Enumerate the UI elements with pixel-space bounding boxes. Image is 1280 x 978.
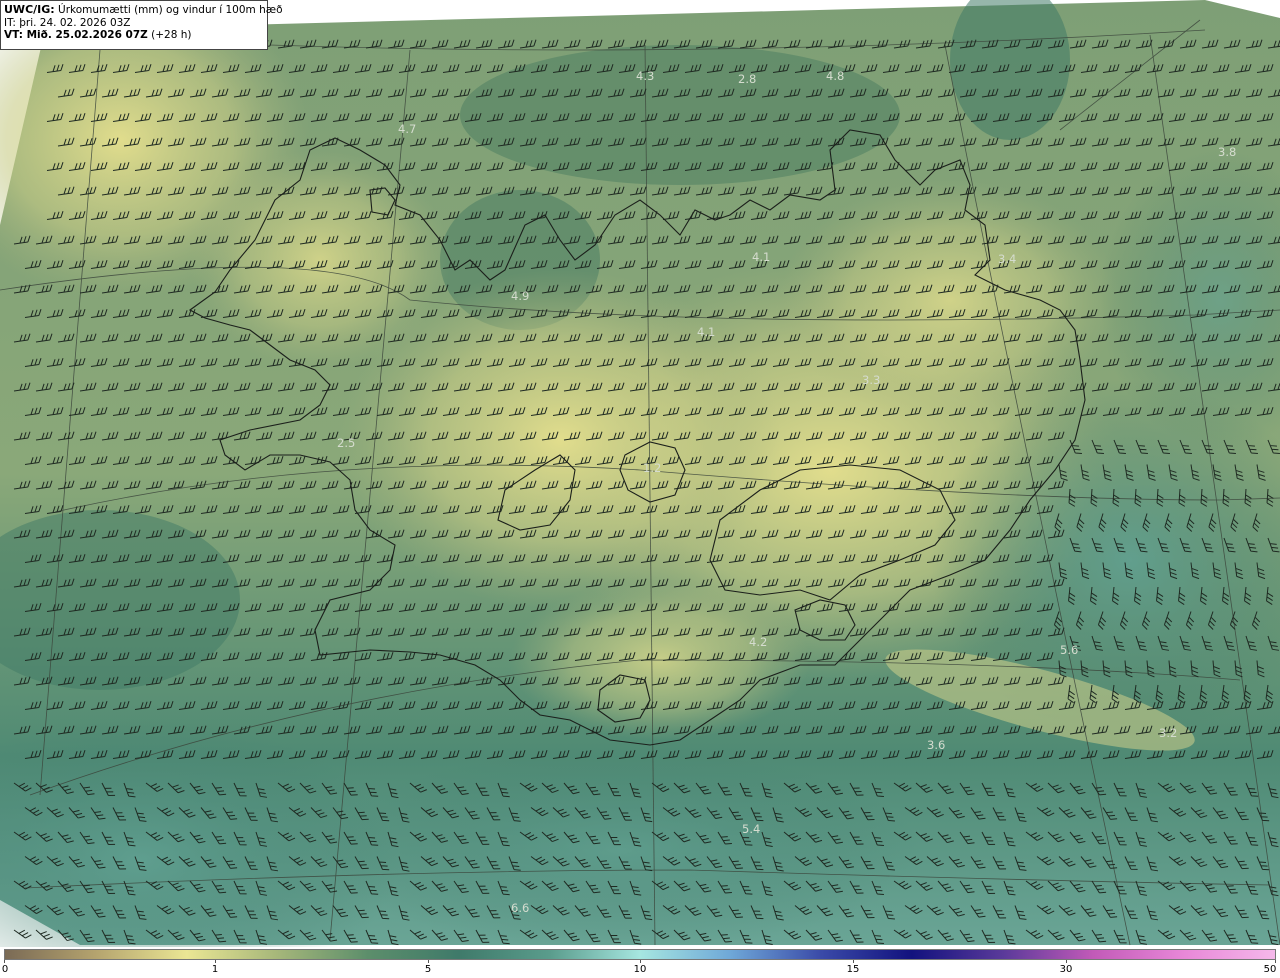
precip-label: 3.3 [862,373,880,387]
map-info-box: UWC/IG: Úrkomumætti (mm) og vindur í 100… [0,0,283,50]
precip-label: 1.2 [643,461,661,475]
valid-time-line: VT: Mið. 25.02.2026 07Z (+28 h) [4,29,263,42]
precip-label: 3.8 [1218,145,1236,159]
precip-label: 3.6 [927,738,945,752]
precip-label: 4.1 [697,325,715,339]
forecast-hour: (+28 h) [151,29,192,41]
colorbar-tick-label: 10 [633,964,647,975]
precip-label: 3.2 [1159,726,1177,740]
colorbar-tick [1066,960,1067,963]
colorbar-tick [4,960,5,963]
precip-label: 4.7 [398,122,416,136]
precip-label: 4.1 [752,250,770,264]
colorbar-tick-label: 0 [1,964,9,975]
precip-label: 5.4 [742,822,760,836]
precip-label: 4.2 [749,635,767,649]
colorbar-tick [1275,960,1276,963]
colorbar-legend: 0 1 5 10 15 30 50 [0,947,1280,978]
precip-label: 2.5 [337,436,355,450]
precip-label: 2.8 [738,72,756,86]
colorbar-tick-label: 1 [211,964,219,975]
valid-time: VT: Mið. 25.02.2026 07Z [4,29,148,41]
colorbar-strip [4,949,1276,960]
precip-label: 4.9 [511,289,529,303]
colorbar-tick-label: 30 [1059,964,1073,975]
title-line: UWC/IG: Úrkomumætti (mm) og vindur í 100… [4,3,283,17]
precip-label: 4.8 [826,69,844,83]
model-domain [0,0,1280,947]
precipitation-wind-map[interactable]: 4.3 2.8 4.8 4.7 3.8 4.1 3.4 4.9 4.1 3.3 … [0,0,1280,947]
colorbar-tick [853,960,854,963]
model-name: UWC/IG: [4,3,55,16]
colorbar-tick-label: 15 [846,964,860,975]
colorbar-tick [428,960,429,963]
precip-label: 3.4 [998,252,1016,266]
colorbar-tick [640,960,641,963]
precip-label: 5.6 [1060,643,1078,657]
init-time: IT: þri. 24. 02. 2026 03Z [4,16,131,29]
colorbar-tick [215,960,216,963]
colorbar-tick-label: 50 [1263,964,1277,975]
precip-label: 6.6 [511,901,529,915]
product-title: Úrkomumætti (mm) og vindur í 100m hæð [58,4,283,16]
precip-label: 4.3 [636,69,654,83]
colorbar-tick-label: 5 [424,964,432,975]
